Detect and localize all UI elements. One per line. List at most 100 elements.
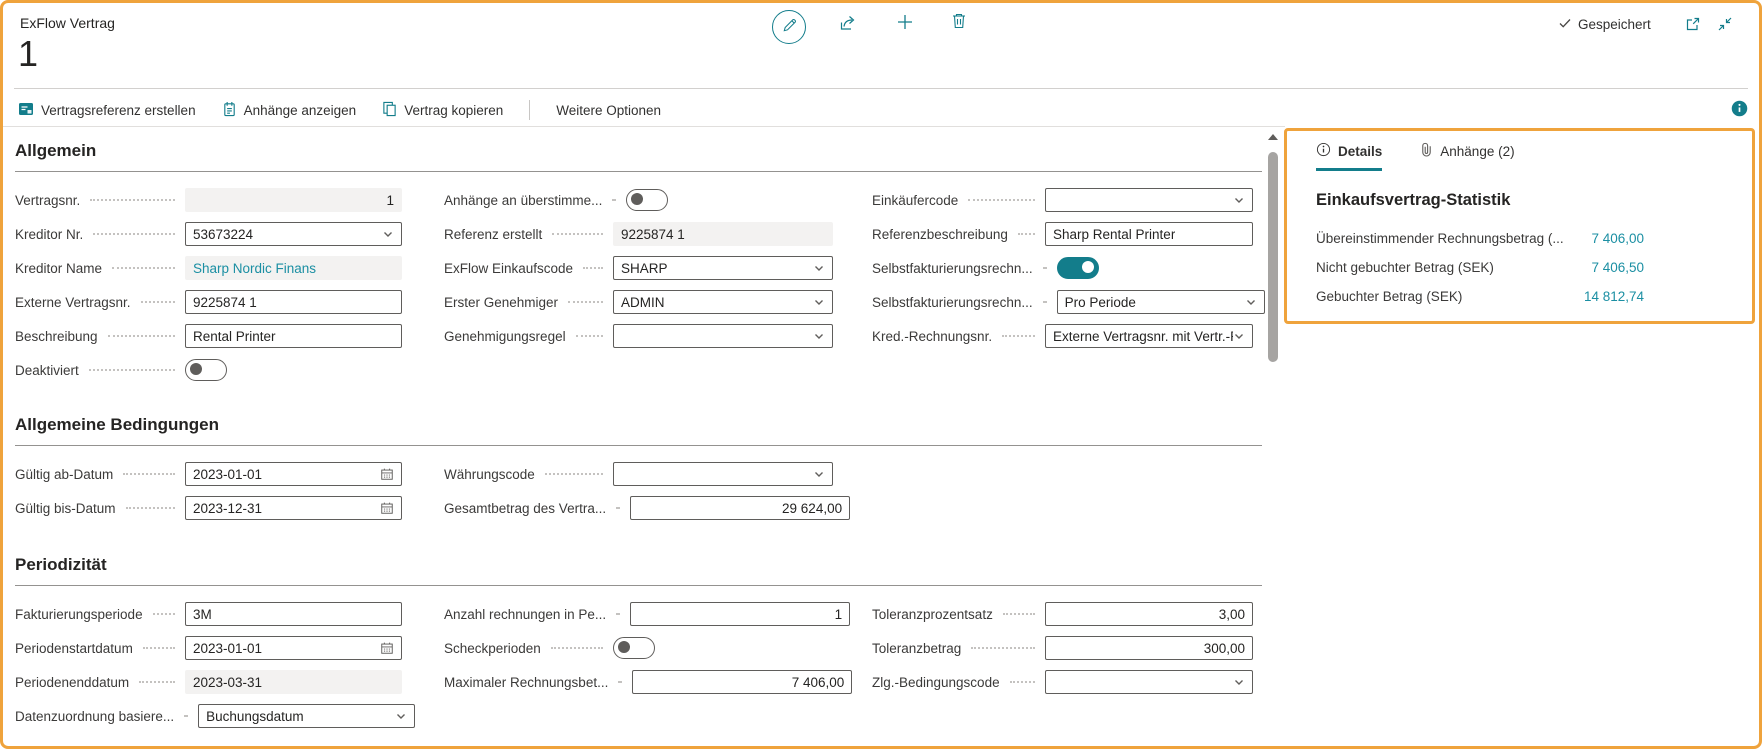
- header-divider: [14, 88, 1748, 89]
- field-value-gesamtbetrag-des-vertrags: 29 624,00: [782, 500, 843, 516]
- toggle-scheckperioden[interactable]: [613, 637, 655, 659]
- edit-button[interactable]: [772, 10, 806, 44]
- field-kreditor-nr[interactable]: 53673224: [185, 222, 402, 246]
- dotted-leader: [1002, 613, 1035, 615]
- stat-row-posted-amount: Gebuchter Betrag (SEK) 14 812,74: [1316, 288, 1644, 305]
- field-periodenstartdatum[interactable]: 2023-01-01: [185, 636, 402, 660]
- tab-attachments-label: Anhänge (2): [1440, 143, 1515, 159]
- field-value-erster-genehmiger: ADMIN: [621, 294, 665, 310]
- field-row-anhaenge-an-ueberstimmende: Anhänge an überstimme...: [444, 183, 833, 217]
- field-zlg-bedingungscode[interactable]: [1045, 670, 1253, 694]
- tab-attachments[interactable]: Anhänge (2): [1420, 142, 1515, 171]
- exflow-contract-page: ExFlow Vertrag 1 Gespeichert Vertragsref…: [0, 0, 1762, 749]
- stat-label: Gebuchter Betrag (SEK): [1316, 289, 1463, 304]
- field-row-anzahl-rechnungen-in-periode: Anzahl rechnungen in Pe... 1: [444, 597, 851, 631]
- share-icon: [839, 14, 859, 35]
- chevron-down-icon[interactable]: [813, 296, 825, 308]
- field-label-anhaenge-an-ueberstimmende: Anhänge an überstimme...: [444, 192, 603, 208]
- field-maximaler-rechnungsbetrag[interactable]: 7 406,00: [632, 670, 853, 694]
- collapse-button[interactable]: [1716, 17, 1733, 34]
- chevron-down-icon[interactable]: [395, 710, 407, 722]
- chevron-down-icon[interactable]: [1233, 330, 1245, 342]
- create-contract-reference-button[interactable]: Vertragsreferenz erstellen: [18, 101, 196, 120]
- field-row-einkaeufercode: Einkäufercode: [872, 183, 1253, 217]
- field-row-selbstfakturierungsrechnung: Selbstfakturierungsrechn...: [872, 251, 1253, 285]
- field-einkaeufercode[interactable]: [1045, 188, 1253, 212]
- dotted-leader: [583, 267, 603, 269]
- field-label-datenzuordnung-basierend: Datenzuordnung basiere...: [15, 708, 175, 724]
- field-label-selbstfakturierungsrechnung-periode: Selbstfakturierungsrechn...: [872, 294, 1033, 310]
- stat-value-link[interactable]: 7 406,00: [1591, 230, 1644, 247]
- field-referenz-erstellt: 9225874 1: [613, 222, 833, 246]
- show-attachments-button[interactable]: Anhänge anzeigen: [222, 101, 357, 120]
- field-value-fakturierungsperiode: 3M: [193, 606, 212, 622]
- calendar-icon[interactable]: [380, 501, 394, 515]
- field-externe-vertragsnr[interactable]: 9225874 1: [185, 290, 402, 314]
- field-gesamtbetrag-des-vertrags[interactable]: 29 624,00: [630, 496, 851, 520]
- vertical-scrollbar[interactable]: [1266, 130, 1280, 740]
- field-label-scheckperioden: Scheckperioden: [444, 640, 541, 656]
- field-label-vertragsnr: Vertragsnr.: [15, 192, 81, 208]
- field-waehrungscode[interactable]: [613, 462, 833, 486]
- calendar-icon[interactable]: [380, 641, 394, 655]
- field-toleranzbetrag[interactable]: 300,00: [1045, 636, 1253, 660]
- toggle-knob: [190, 363, 202, 375]
- chevron-down-icon[interactable]: [813, 468, 825, 480]
- copy-contract-button[interactable]: Vertrag kopieren: [382, 101, 503, 120]
- factbox-heading: Einkaufsvertrag-Statistik: [1316, 191, 1511, 209]
- field-anzahl-rechnungen-in-periode[interactable]: 1: [630, 602, 851, 626]
- field-value-referenz-erstellt: 9225874 1: [621, 226, 685, 242]
- stat-value-link[interactable]: 7 406,50: [1591, 259, 1644, 276]
- delete-button[interactable]: [951, 13, 967, 31]
- field-beschreibung[interactable]: Rental Printer: [185, 324, 402, 348]
- field-gueltig-bis-datum[interactable]: 2023-12-31: [185, 496, 402, 520]
- field-exflow-einkaufscode[interactable]: SHARP: [613, 256, 833, 280]
- more-options-button[interactable]: Weitere Optionen: [556, 103, 661, 118]
- action-bar: Vertragsreferenz erstellen Anhänge anzei…: [18, 98, 661, 122]
- stat-row-matched-invoice-amount: Übereinstimmender Rechnungsbetrag (... 7…: [1316, 230, 1644, 247]
- field-genehmigungsregel[interactable]: [613, 324, 833, 348]
- action-label: Vertrag kopieren: [404, 102, 504, 118]
- factbox-panel: Details Anhänge (2) Einkaufsvertrag-Stat…: [1292, 128, 1747, 305]
- field-label-exflow-einkaufscode: ExFlow Einkaufscode: [444, 260, 574, 276]
- chevron-down-icon[interactable]: [1233, 194, 1245, 206]
- field-fakturierungsperiode[interactable]: 3M: [185, 602, 402, 626]
- field-label-gueltig-bis-datum: Gültig bis-Datum: [15, 500, 116, 516]
- action-label: Anhänge anzeigen: [243, 102, 357, 118]
- field-referenzbeschreibung[interactable]: Sharp Rental Printer: [1045, 222, 1253, 246]
- toggle-knob: [618, 641, 630, 653]
- chevron-down-icon[interactable]: [382, 228, 394, 240]
- field-datenzuordnung-basierend[interactable]: Buchungsdatum: [198, 704, 416, 728]
- field-gueltig-ab-datum[interactable]: 2023-01-01: [185, 462, 402, 486]
- field-kred-rechnungsnr[interactable]: Externe Vertragsnr. mit Vertr.-Perioc: [1045, 324, 1253, 348]
- factbox-info-button[interactable]: [1730, 100, 1748, 119]
- copy-contract-icon: [382, 101, 397, 120]
- paperclip-icon: [1420, 142, 1433, 160]
- field-erster-genehmiger[interactable]: ADMIN: [613, 290, 833, 314]
- add-button[interactable]: [896, 14, 914, 32]
- calendar-icon[interactable]: [380, 467, 394, 481]
- toggle-anhaenge-an-ueberstimmende[interactable]: [626, 189, 669, 211]
- field-row-scheckperioden: Scheckperioden: [444, 631, 833, 665]
- field-label-deaktiviert: Deaktiviert: [15, 362, 79, 378]
- dotted-leader: [142, 647, 175, 649]
- scroll-up-arrow[interactable]: [1266, 130, 1280, 140]
- field-label-periodenenddatum: Periodenenddatum: [15, 674, 130, 690]
- dotted-leader: [971, 647, 1035, 649]
- field-value-kreditor-name[interactable]: Sharp Nordic Finans: [193, 261, 316, 276]
- field-toleranzprozentsatz[interactable]: 3,00: [1045, 602, 1253, 626]
- share-button[interactable]: [838, 14, 860, 34]
- scrollbar-thumb[interactable]: [1268, 152, 1278, 362]
- field-row-selbstfakturierungsrechnung-periode: Selbstfakturierungsrechn... Pro Periode: [872, 285, 1265, 319]
- chevron-down-icon[interactable]: [1233, 676, 1245, 688]
- tab-details[interactable]: Details: [1316, 142, 1383, 171]
- chevron-down-icon[interactable]: [1245, 296, 1257, 308]
- open-in-new-window-button[interactable]: [1684, 17, 1701, 34]
- chevron-down-icon[interactable]: [813, 330, 825, 342]
- toggle-selbstfakturierungsrechnung[interactable]: [1056, 257, 1099, 279]
- field-selbstfakturierungsrechnung-periode[interactable]: Pro Periode: [1056, 290, 1265, 314]
- field-label-periodenstartdatum: Periodenstartdatum: [15, 640, 133, 656]
- toggle-deaktiviert[interactable]: [185, 359, 227, 381]
- chevron-down-icon[interactable]: [813, 262, 825, 274]
- stat-value-link[interactable]: 14 812,74: [1584, 288, 1644, 305]
